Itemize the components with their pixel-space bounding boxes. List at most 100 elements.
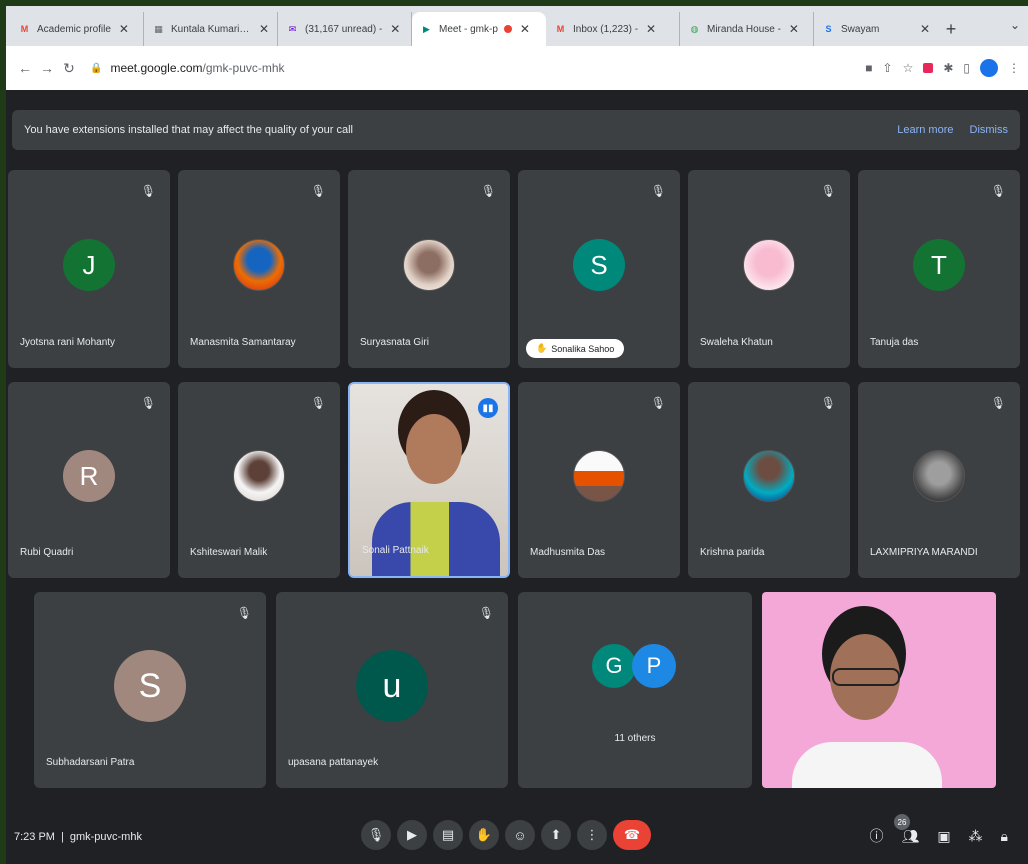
participant-tile[interactable]: 🎙︎ Manasmita Samantaray (178, 170, 340, 368)
participant-name: upasana pattanayek (288, 757, 379, 768)
meeting-time: 7:23 PM (14, 831, 55, 843)
presenter-face (406, 414, 462, 484)
participant-name: Swaleha Khatun (700, 337, 773, 348)
participant-tile[interactable]: 🎙︎ T Tanuja das (858, 170, 1020, 368)
raise-hand-icon[interactable]: ✋ (469, 820, 499, 850)
browser-tab[interactable]: ✉ (31,167 unread) - ✕ (278, 12, 412, 46)
close-icon[interactable]: ✕ (259, 22, 269, 36)
participant-tile[interactable]: 🎙︎ Kshiteswari Malik (178, 382, 340, 578)
participant-tile[interactable]: 🎙︎ J Jyotsna rani Mohanty (8, 170, 170, 368)
microphone-icon[interactable]: 🎙︎ (361, 820, 391, 850)
close-icon[interactable]: ✕ (390, 22, 400, 36)
extension-icon[interactable] (923, 63, 934, 73)
avatar: S (573, 239, 625, 292)
call-controls: 🎙︎ ▶ ▤ ✋ ☺ ⬆ ⋮ ☎ (361, 820, 651, 850)
side-panel-controls: ⓘ 👥︎ ▣ ⁂ 🔒︎ (870, 826, 1008, 846)
url-path: /gmk-puvc-mhk (202, 61, 285, 75)
back-icon[interactable]: ← (14, 60, 36, 76)
participant-tile[interactable]: 🎙︎ Swaleha Khatun (688, 170, 850, 368)
info-icon[interactable]: ⓘ (870, 826, 884, 846)
others-count-label: 11 others (614, 733, 656, 744)
mic-off-icon: 🎙︎ (236, 606, 252, 620)
participant-tile[interactable]: 🎙︎ R Rubi Quadri (8, 382, 170, 578)
close-icon[interactable]: ✕ (920, 22, 930, 36)
address-bar: ← → ↻ 🔒 meet.google.com/gmk-puvc-mhk ■ ⇧… (6, 46, 1028, 90)
browser-tab[interactable]: M Inbox (1,223) - ✕ (546, 12, 680, 46)
camera-indicator-icon[interactable]: ■ (865, 61, 872, 75)
presenter-body (372, 502, 500, 576)
avatar: R (63, 450, 115, 503)
browser-tab-active[interactable]: ▶ Meet - gmk-p ✕ (412, 12, 546, 46)
participant-name: Krishna parida (700, 547, 765, 558)
camera-icon[interactable]: ▶ (397, 820, 427, 850)
people-icon[interactable]: 👥︎ (902, 828, 920, 845)
browser-tab[interactable]: M Academic profile ✕ (10, 12, 144, 46)
browser-tab[interactable]: ◍ Miranda House - ✕ (680, 12, 814, 46)
participant-name: Tanuja das (870, 337, 919, 348)
browser-tab[interactable]: ▦ Kuntala Kumari Sa ✕ (144, 12, 278, 46)
meeting-code: gmk-puvc-mhk (69, 831, 142, 843)
close-icon[interactable]: ✕ (119, 22, 129, 36)
glasses-icon (832, 668, 900, 686)
tab-title: Inbox (1,223) - (573, 23, 639, 35)
mic-off-icon: 🎙︎ (480, 184, 496, 198)
participant-tile[interactable]: 🎙︎ Krishna parida (688, 382, 850, 578)
mic-off-icon: 🎙︎ (310, 396, 326, 410)
avatar: S (114, 650, 186, 723)
more-menu-icon[interactable]: ⋮ (1008, 61, 1020, 75)
side-panel-icon[interactable]: ▯ (963, 61, 970, 75)
captions-icon[interactable]: ▤ (433, 820, 463, 850)
forward-icon[interactable]: → (36, 60, 58, 76)
dismiss-button[interactable]: Dismiss (970, 124, 1009, 136)
close-icon[interactable]: ✕ (646, 22, 656, 36)
avatar (233, 450, 285, 503)
avatar (743, 239, 795, 292)
close-icon[interactable]: ✕ (520, 22, 530, 36)
hand-icon: ✋ (536, 343, 548, 353)
chat-icon[interactable]: ▣ (937, 828, 950, 845)
mic-off-icon: 🎙︎ (478, 606, 494, 620)
reload-icon[interactable]: ↻ (58, 60, 80, 77)
participant-name: Jyotsna rani Mohanty (20, 337, 116, 348)
more-options-icon[interactable]: ⋮ (577, 820, 607, 850)
host-controls-icon[interactable]: 🔒︎ (1001, 828, 1008, 845)
participant-tile[interactable]: 🎙︎ u upasana pattanayek (276, 592, 508, 788)
participant-tile[interactable]: 🎙︎ S ✋ Sonalika Sahoo (518, 170, 680, 368)
yahoo-icon: ✉ (288, 23, 297, 34)
avatar: T (913, 239, 965, 292)
participant-tile[interactable]: 🎙︎ Madhusmita Das (518, 382, 680, 578)
share-icon[interactable]: ⇧ (883, 61, 893, 75)
new-tab-button[interactable]: + (938, 12, 964, 46)
self-video-tile[interactable] (762, 592, 996, 788)
participant-name: Sonali Pattnaik (362, 545, 429, 556)
mic-off-icon: 🎙︎ (650, 184, 666, 198)
mic-off-icon: 🎙︎ (650, 396, 666, 410)
participant-name: Rubi Quadri (20, 547, 74, 558)
presenter-video-tile[interactable]: ▮▮ Sonali Pattnaik (348, 382, 510, 578)
participant-tile[interactable]: 🎙︎ LAXMIPRIYA MARANDI (858, 382, 1020, 578)
url-field[interactable]: 🔒 meet.google.com/gmk-puvc-mhk (90, 61, 285, 75)
url-host: meet.google.com (110, 61, 203, 75)
present-screen-icon[interactable]: ⬆ (541, 820, 571, 850)
separator: | (60, 831, 64, 843)
extensions-puzzle-icon[interactable]: ✱ (943, 61, 953, 75)
browser-tab[interactable]: S Swayam ✕ (814, 12, 938, 46)
participant-name: Madhusmita Das (530, 547, 606, 558)
emoji-icon[interactable]: ☺ (505, 820, 535, 850)
participant-tile[interactable]: 🎙︎ Suryasnata Giri (348, 170, 510, 368)
profile-avatar[interactable] (980, 59, 998, 77)
lock-icon[interactable]: 🔒 (90, 63, 102, 74)
participant-name: Suryasnata Giri (360, 337, 429, 348)
participant-name: LAXMIPRIYA MARANDI (870, 547, 978, 558)
avatar: J (63, 239, 115, 292)
close-icon[interactable]: ✕ (789, 22, 799, 36)
avatar (403, 239, 455, 292)
tab-search-icon[interactable]: ⌄ (1010, 18, 1020, 32)
bookmark-star-icon[interactable]: ☆ (903, 61, 914, 75)
learn-more-link[interactable]: Learn more (897, 124, 953, 136)
meeting-controls-bar: 7:23 PM | gmk-puvc-mhk 🎙︎ ▶ ▤ ✋ ☺ ⬆ ⋮ ☎ … (6, 810, 1028, 864)
participant-tile[interactable]: 🎙︎ S Subhadarsani Patra (34, 592, 266, 788)
others-tile[interactable]: G P 11 others (518, 592, 752, 788)
activities-icon[interactable]: ⁂ (969, 828, 983, 845)
end-call-button[interactable]: ☎ (613, 820, 651, 850)
